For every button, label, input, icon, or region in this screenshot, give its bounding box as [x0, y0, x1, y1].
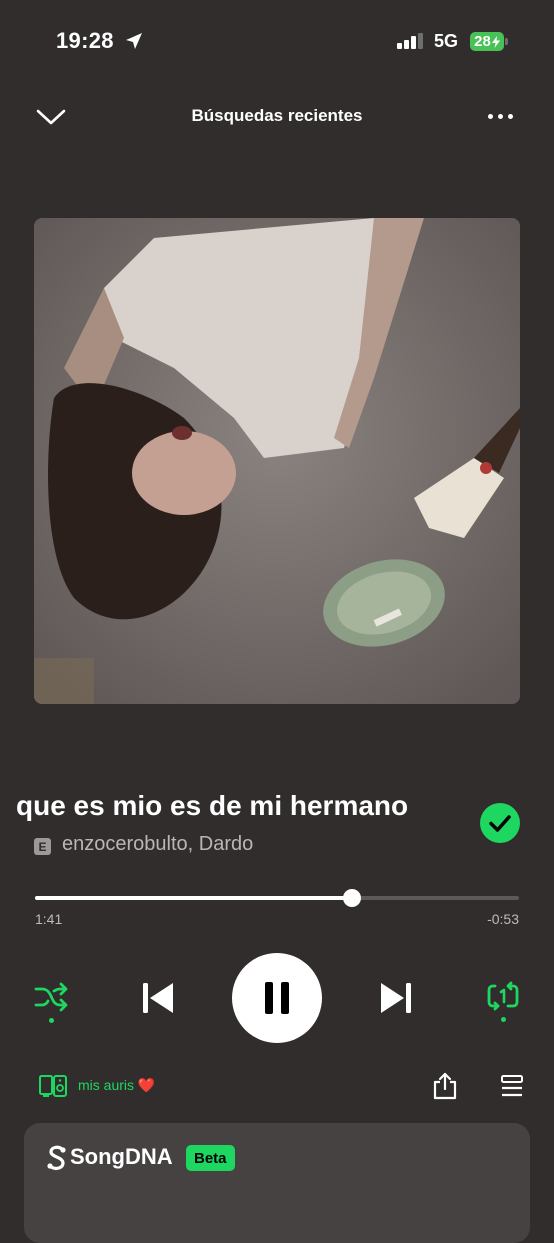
connected-device-label[interactable]: mis auris ❤️ — [78, 1077, 155, 1094]
remaining-time: -0:53 — [487, 911, 519, 927]
track-artists[interactable]: enzocerobulto, Dardo — [62, 833, 253, 856]
cellular-signal-icon — [397, 33, 423, 49]
elapsed-time: 1:41 — [35, 911, 63, 927]
progress-fill — [35, 896, 352, 900]
shuffle-icon — [34, 982, 68, 1012]
repeat-one-icon — [487, 981, 519, 1011]
shuffle-active-dot — [48, 1018, 54, 1023]
battery-indicator: 28 — [470, 32, 504, 51]
progress-handle[interactable] — [343, 889, 361, 907]
repeat-active-dot — [500, 1017, 506, 1022]
battery-cap — [505, 38, 508, 45]
pause-icon — [265, 982, 289, 1014]
liked-check-icon[interactable] — [479, 802, 521, 844]
skip-next-icon[interactable] — [378, 980, 414, 1016]
connected-device-icon[interactable] — [38, 1074, 68, 1098]
queue-icon[interactable] — [500, 1074, 524, 1098]
charging-bolt-icon — [491, 35, 500, 48]
more-dots-icon[interactable] — [488, 114, 513, 119]
shuffle-button[interactable] — [34, 982, 68, 1023]
beta-badge: Beta — [186, 1145, 235, 1171]
album-artwork — [34, 218, 520, 704]
network-type: 5G — [434, 31, 459, 51]
battery-level: 28 — [474, 33, 491, 50]
songdna-logo-icon — [47, 1145, 66, 1170]
header-title: Búsquedas recientes — [191, 106, 363, 125]
pause-button[interactable] — [232, 953, 322, 1043]
location-arrow-icon — [126, 33, 142, 49]
share-icon[interactable] — [432, 1072, 458, 1100]
songdna-title: SongDNA — [70, 1144, 173, 1169]
skip-previous-icon[interactable] — [140, 980, 176, 1016]
explicit-badge: E — [34, 838, 51, 855]
songdna-card[interactable] — [24, 1123, 530, 1243]
track-title: que es mio es de mi hermano — [16, 790, 409, 821]
status-time: 19:28 — [56, 28, 114, 53]
repeat-button[interactable] — [486, 981, 520, 1022]
